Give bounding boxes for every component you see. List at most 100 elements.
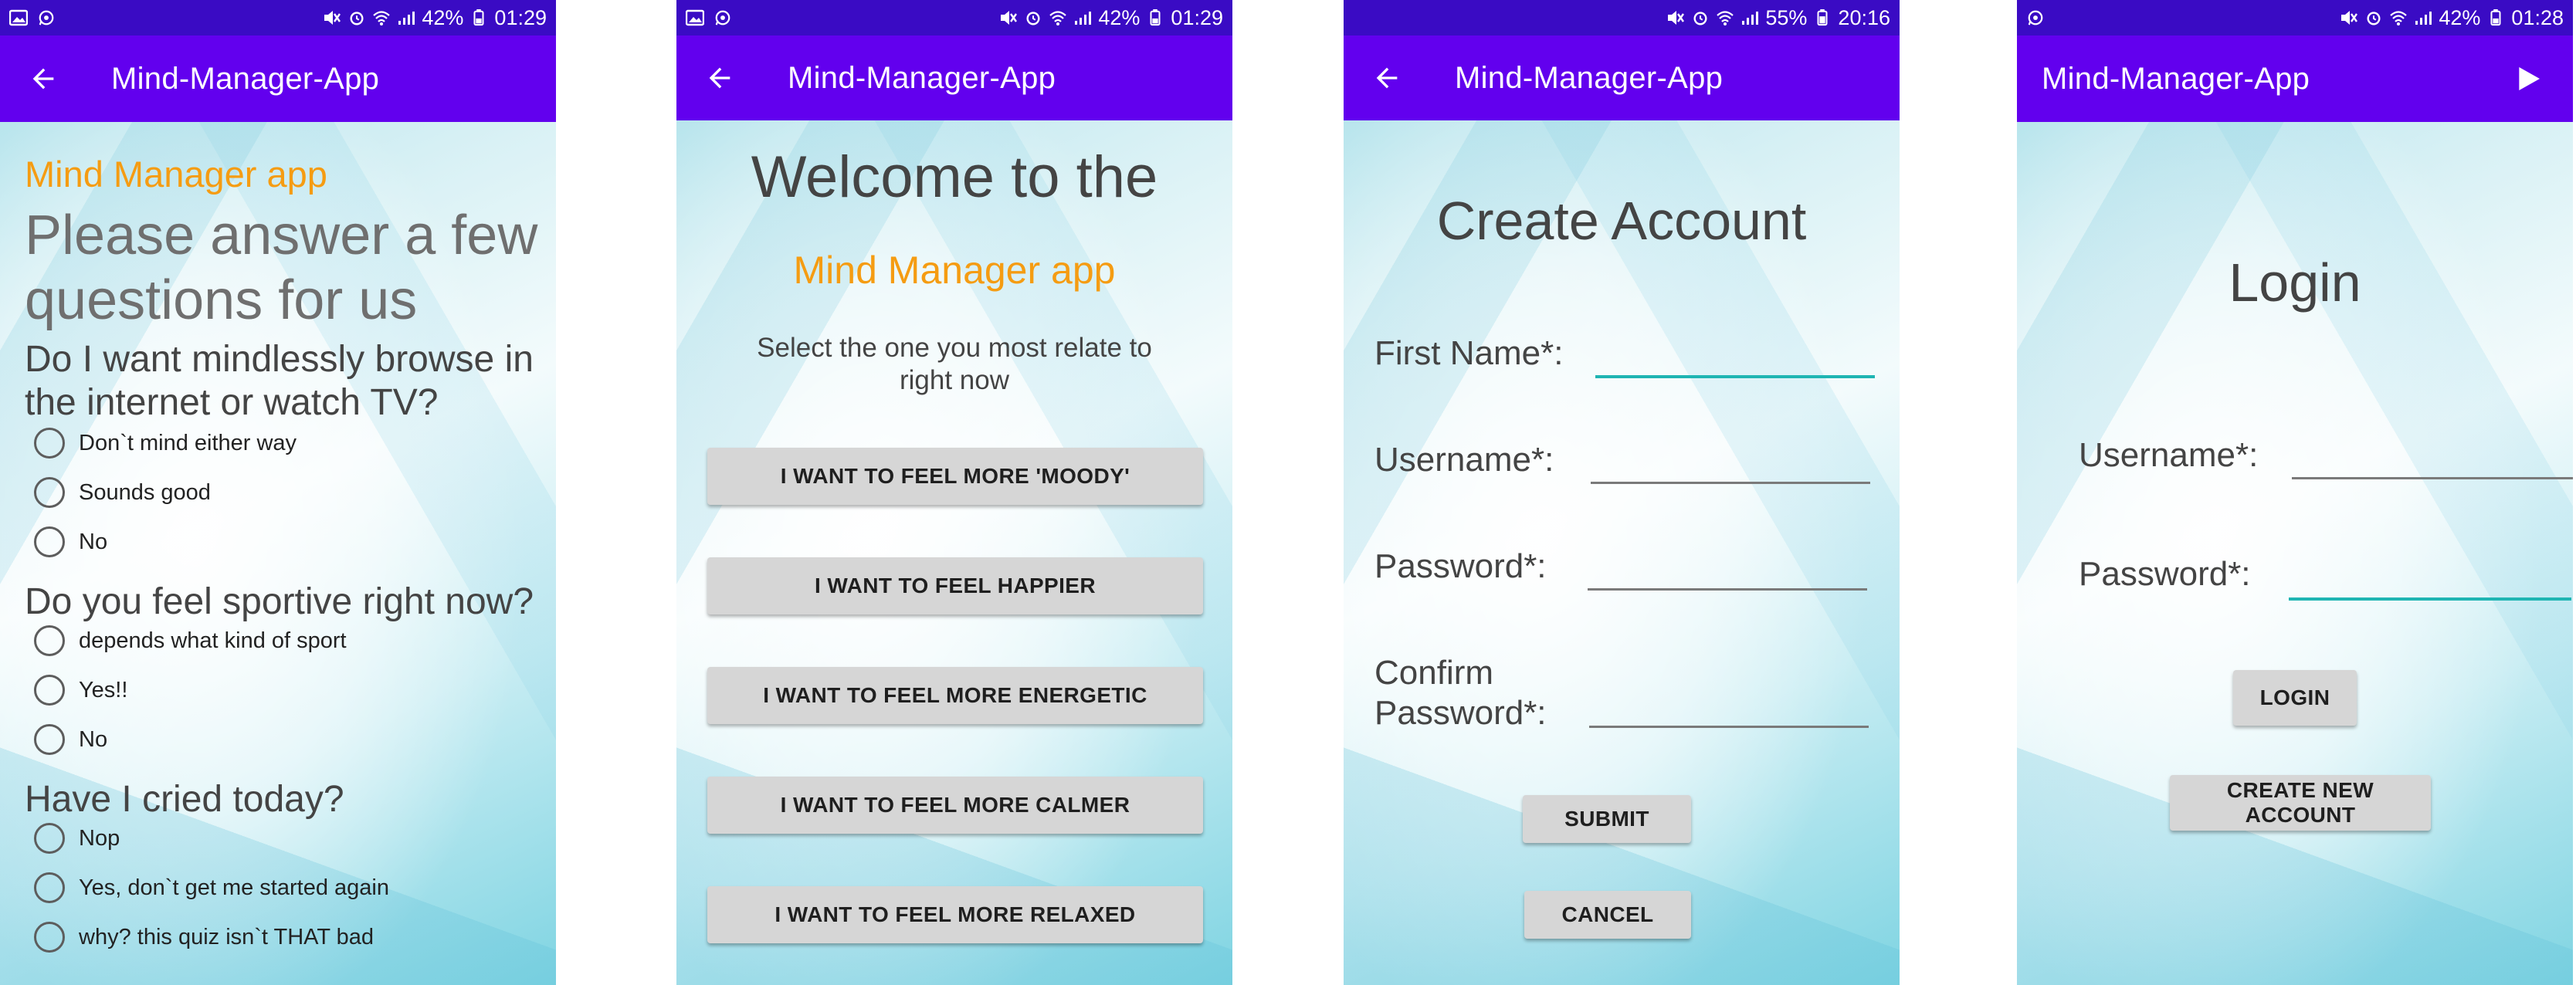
signal-icon (1742, 12, 1759, 25)
wifi-icon (1049, 11, 1067, 25)
radio-option[interactable]: No (34, 723, 107, 757)
arrow-left-icon (709, 67, 730, 89)
login-button[interactable]: LOGIN (2233, 670, 2357, 726)
status-bar: 42% 01:29 (0, 0, 556, 36)
create-account-screen: 55% 20:16 Mind-Manager-App Create Accoun… (1344, 0, 1900, 985)
page-title: Login (2229, 252, 2361, 313)
question-title: Do I want mindlessly browse in the inter… (25, 339, 534, 423)
radio-option[interactable]: No (34, 525, 107, 559)
app-name: Mind Manager app (25, 154, 327, 195)
signal-icon (2415, 12, 2432, 25)
mute-icon (324, 11, 341, 25)
whatsapp-icon (2028, 10, 2043, 25)
battery-percent: 55% (1765, 5, 1808, 29)
login-screen: 42% 01:28 Mind-Manager-App Login Usernam… (2017, 0, 2573, 985)
radio-button[interactable] (34, 428, 65, 459)
radio-button[interactable] (34, 625, 65, 656)
password-field[interactable] (1588, 588, 1867, 591)
mute-icon (2341, 11, 2358, 25)
radio-option[interactable]: Don`t mind either way (34, 426, 297, 460)
clock: 20:16 (1838, 5, 1890, 29)
radio-option[interactable]: Nop (34, 821, 120, 855)
clock: 01:29 (494, 5, 547, 29)
back-button[interactable] (1365, 56, 1408, 100)
login-content: Login Username*: Password*: LOGIN CREATE… (2017, 122, 2573, 985)
gallery-icon (686, 9, 704, 26)
radio-button[interactable] (34, 477, 65, 508)
alarm-icon (2367, 12, 2381, 25)
back-button[interactable] (698, 56, 741, 100)
alarm-icon (1693, 12, 1707, 25)
username-field[interactable] (1591, 482, 1870, 484)
battery-percent: 42% (422, 5, 464, 29)
first-name-label: First Name*: (1374, 334, 1564, 372)
app-title: Mind-Manager-App (2042, 61, 2310, 96)
app-name: Mind Manager app (793, 249, 1116, 292)
radio-label: Sounds good (79, 479, 211, 505)
username-field[interactable] (2292, 477, 2573, 479)
radio-label: No (79, 529, 108, 554)
arrow-left-icon (32, 68, 54, 90)
gallery-icon (9, 9, 28, 26)
battery-icon (473, 9, 484, 26)
confirm-label-line-1: Confirm (1374, 654, 1494, 692)
radio-option[interactable]: Yes, don`t get me started again (34, 871, 389, 905)
signal-icon (1075, 12, 1092, 25)
radio-label: Yes, don`t get me started again (79, 875, 389, 900)
radio-label: Nop (79, 825, 120, 851)
password-field[interactable] (2289, 597, 2571, 601)
radio-option[interactable]: Yes!! (34, 673, 127, 707)
mood-relaxed-button[interactable]: I WANT TO FEEL MORE RELAXED (707, 886, 1203, 943)
mood-calmer-button[interactable]: I WANT TO FEEL MORE CALMER (707, 777, 1203, 834)
play-icon (2519, 67, 2540, 90)
mood-happier-button[interactable]: I WANT TO FEEL HAPPIER (707, 557, 1203, 614)
radio-button[interactable] (34, 526, 65, 557)
radio-button[interactable] (34, 922, 65, 953)
question-title: Do you feel sportive right now? (25, 581, 534, 622)
radio-option[interactable]: depends what kind of sport (34, 624, 347, 658)
signal-icon (398, 12, 415, 25)
status-bar: 42% 01:29 (676, 0, 1232, 36)
battery-percent: 42% (2439, 5, 2481, 29)
mute-icon (1668, 11, 1685, 25)
mute-icon (1001, 11, 1018, 25)
radio-button[interactable] (34, 872, 65, 903)
radio-label: depends what kind of sport (79, 628, 347, 653)
welcome-title: Welcome to the (751, 144, 1158, 210)
first-name-field[interactable] (1595, 375, 1875, 378)
welcome-content: Welcome to the Mind Manager app Select t… (676, 120, 1232, 985)
whatsapp-icon (39, 10, 54, 25)
username-label: Username*: (1374, 441, 1554, 479)
app-title: Mind-Manager-App (1455, 60, 1724, 95)
radio-button[interactable] (34, 675, 65, 706)
radio-label: Don`t mind either way (79, 430, 297, 455)
status-bar: 55% 20:16 (1344, 0, 1900, 36)
confirm-label-line-2: Password*: (1374, 694, 1547, 732)
page-title: Create Account (1436, 191, 1807, 251)
question-title: Have I cried today? (25, 779, 344, 820)
radio-button[interactable] (34, 724, 65, 755)
app-title: Mind-Manager-App (111, 61, 380, 96)
alarm-icon (1026, 12, 1040, 25)
mood-moody-button[interactable]: I WANT TO FEEL MORE 'MOODY' (707, 448, 1203, 505)
cancel-button[interactable]: CANCEL (1524, 891, 1691, 939)
radio-option[interactable]: Sounds good (34, 476, 211, 509)
radio-label: No (79, 726, 108, 752)
clock: 01:28 (2511, 5, 2564, 29)
create-account-content: Create Account First Name*: Username*: P… (1344, 120, 1900, 985)
app-bar: Mind-Manager-App (1344, 36, 1900, 120)
submit-button[interactable]: SUBMIT (1523, 795, 1691, 843)
wifi-icon (2390, 11, 2408, 25)
play-button[interactable] (2507, 57, 2550, 100)
radio-option[interactable]: why? this quiz isn`t THAT bad (34, 920, 374, 954)
mood-energetic-button[interactable]: I WANT TO FEEL MORE ENERGETIC (707, 667, 1203, 724)
confirm-password-field[interactable] (1589, 726, 1869, 728)
battery-icon (2490, 9, 2501, 26)
password-label: Password*: (2079, 555, 2251, 593)
clock: 01:29 (1171, 5, 1223, 29)
create-new-account-button[interactable]: CREATE NEW ACCOUNT (2170, 775, 2431, 831)
welcome-subtitle: Select the one you most relate to right … (757, 333, 1152, 395)
back-button[interactable] (22, 57, 65, 100)
radio-button[interactable] (34, 823, 65, 854)
battery-percent: 42% (1098, 5, 1141, 29)
